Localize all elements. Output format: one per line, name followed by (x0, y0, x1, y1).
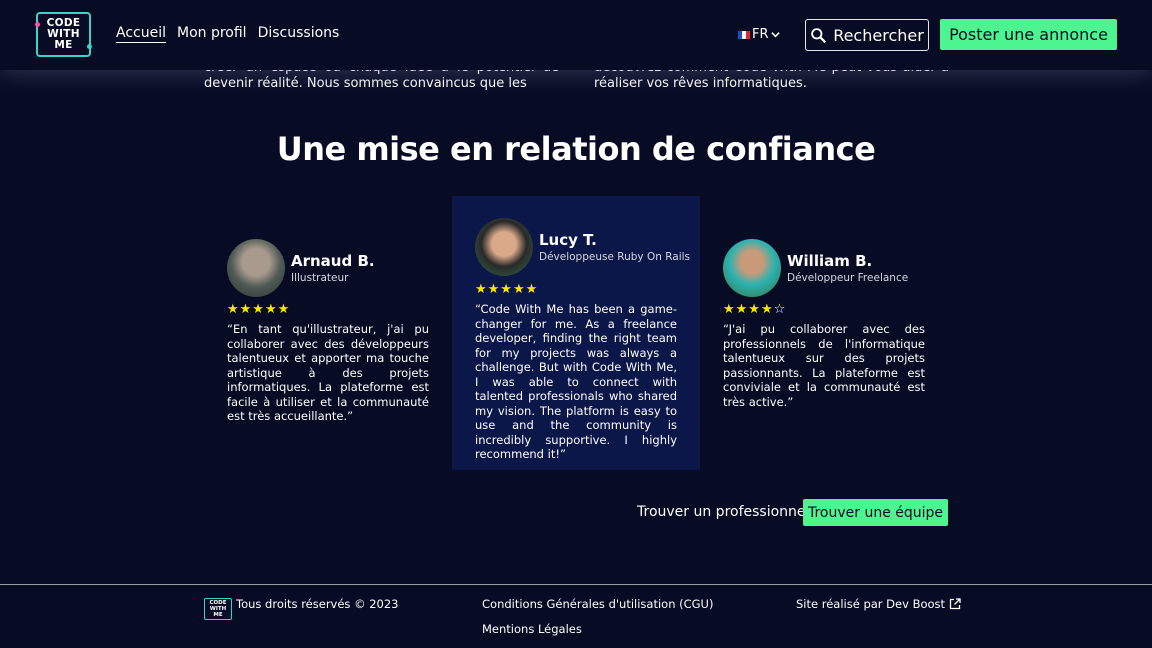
star-rating: ★★★★★ (227, 302, 291, 317)
star-rating: ★★★★☆ (723, 302, 786, 317)
star-rating: ★★★★★ (475, 282, 539, 297)
testimonial-role: Développeuse Ruby On Rails (539, 251, 691, 263)
footer-logo-line-3: ME (213, 612, 223, 618)
testimonial-name: William B. (787, 252, 873, 270)
site-footer: CODE WITH ME Tous droits réservés © 2023… (0, 584, 1152, 648)
testimonial-name: Lucy T. (539, 231, 597, 249)
testimonial-name: Arnaud B. (291, 252, 375, 270)
avatar (227, 239, 285, 297)
empty-star: ☆ (773, 302, 787, 317)
filled-stars: ★★★★ (723, 302, 774, 317)
language-label: FR (752, 27, 769, 42)
testimonial-quote: “Code With Me has been a game-changer fo… (475, 302, 677, 461)
post-ad-button[interactable]: Poster une annonce (940, 19, 1117, 50)
testimonial-quote: “En tant qu'illustrateur, j'ai pu collab… (227, 322, 429, 423)
section-title: Une mise en relation de confiance (276, 130, 876, 168)
language-selector[interactable]: FR (738, 27, 780, 42)
logo-dot (87, 44, 92, 49)
avatar (475, 218, 533, 276)
nav-mon-profil[interactable]: Mon profil (177, 25, 247, 43)
search-button-label: Rechercher (833, 25, 924, 45)
nav-discussions[interactable]: Discussions (258, 25, 340, 43)
site-header: CODE WITH ME Accueil Mon profil Discussi… (0, 0, 1152, 70)
cgu-link[interactable]: Conditions Générales d'utilisation (CGU) (482, 597, 713, 611)
search-button[interactable]: Rechercher (805, 19, 929, 51)
copyright-text: Tous droits réservés © 2023 (236, 597, 399, 611)
footer-logo: CODE WITH ME (204, 598, 232, 620)
find-professional-link[interactable]: Trouver un professionnel (637, 504, 809, 520)
find-team-button[interactable]: Trouver une équipe (803, 499, 948, 526)
french-flag-icon (738, 30, 750, 39)
logo-dot (35, 22, 40, 27)
testimonial-role: Illustrateur (291, 272, 349, 284)
testimonial-role: Développeur Freelance (787, 272, 909, 284)
legal-mentions-link[interactable]: Mentions Légales (482, 622, 582, 636)
credit-label: Site réalisé par Dev Boost (796, 597, 946, 611)
logo-line-3: ME (54, 39, 73, 51)
dev-boost-link[interactable]: Site réalisé par Dev Boost (796, 597, 961, 611)
testimonial-quote: “J'ai pu collaborer avec des professionn… (723, 322, 925, 409)
avatar (723, 239, 781, 297)
main-nav: Accueil Mon profil Discussions (116, 25, 339, 43)
chevron-down-icon (770, 32, 780, 38)
external-link-icon (949, 598, 961, 610)
nav-accueil[interactable]: Accueil (116, 25, 166, 43)
search-icon (811, 27, 827, 43)
code-with-me-logo[interactable]: CODE WITH ME (35, 12, 92, 57)
